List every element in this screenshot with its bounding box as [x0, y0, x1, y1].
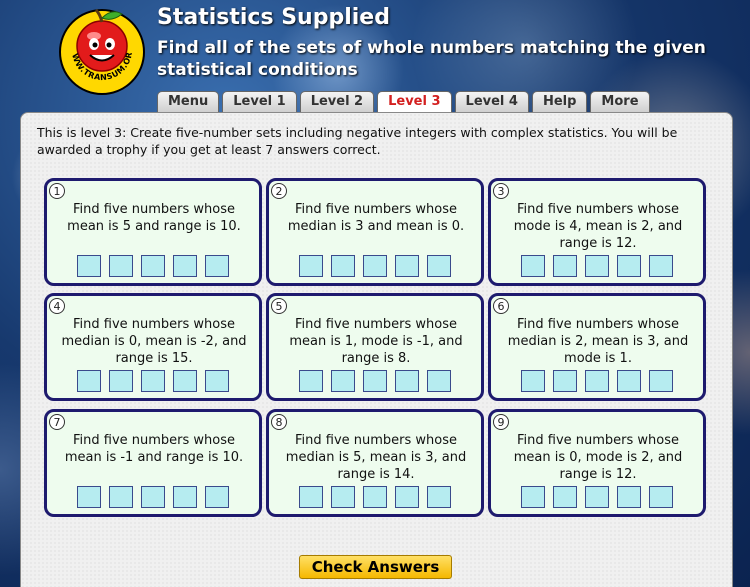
answer-input[interactable]: [109, 486, 133, 508]
answer-input[interactable]: [173, 370, 197, 392]
answer-input[interactable]: [617, 486, 641, 508]
question-number: 6: [493, 298, 509, 314]
answer-input[interactable]: [141, 255, 165, 277]
answer-input[interactable]: [363, 370, 387, 392]
answer-input[interactable]: [521, 486, 545, 508]
answer-input[interactable]: [77, 370, 101, 392]
answer-input[interactable]: [331, 370, 355, 392]
question-card-5: 5 Find five numbers whose mean is 1, mod…: [266, 293, 484, 401]
answer-input[interactable]: [109, 255, 133, 277]
answer-input[interactable]: [331, 486, 355, 508]
question-text: Find five numbers whose mean is 0, mode …: [513, 433, 683, 482]
answer-input[interactable]: [77, 255, 101, 277]
answer-boxes: [521, 486, 673, 508]
answer-input[interactable]: [173, 486, 197, 508]
answer-input[interactable]: [553, 370, 577, 392]
answer-boxes: [299, 370, 451, 392]
tab-more[interactable]: More: [590, 91, 650, 112]
answer-input[interactable]: [109, 370, 133, 392]
tab-level-2[interactable]: Level 2: [299, 91, 375, 112]
tab-menu[interactable]: Menu: [157, 91, 220, 112]
question-card-6: 6 Find five numbers whose median is 2, m…: [488, 293, 706, 401]
answer-input[interactable]: [617, 370, 641, 392]
question-number: 5: [271, 298, 287, 314]
answer-input[interactable]: [395, 370, 419, 392]
page-title: Statistics Supplied: [157, 5, 390, 30]
main-panel: This is level 3: Create five-number sets…: [20, 112, 733, 587]
question-text: Find five numbers whose mean is 5 and ra…: [67, 202, 241, 234]
question-card-7: 7 Find five numbers whose mean is -1 and…: [44, 409, 262, 517]
answer-boxes: [299, 255, 451, 277]
answer-input[interactable]: [553, 255, 577, 277]
question-number: 7: [49, 414, 65, 430]
answer-input[interactable]: [427, 486, 451, 508]
check-answers-button[interactable]: Check Answers: [299, 555, 452, 579]
question-number: 4: [49, 298, 65, 314]
answer-input[interactable]: [363, 255, 387, 277]
answer-boxes: [299, 486, 451, 508]
question-text: Find five numbers whose median is 5, mea…: [285, 433, 467, 482]
answer-input[interactable]: [331, 255, 355, 277]
answer-input[interactable]: [77, 486, 101, 508]
answer-input[interactable]: [649, 486, 673, 508]
answer-input[interactable]: [553, 486, 577, 508]
question-card-3: 3 Find five numbers whose mode is 4, mea…: [488, 178, 706, 286]
page-subtitle: Find all of the sets of whole numbers ma…: [157, 38, 706, 80]
question-number: 3: [493, 183, 509, 199]
question-text: Find five numbers whose median is 3 and …: [287, 202, 465, 234]
answer-input[interactable]: [141, 486, 165, 508]
answer-input[interactable]: [585, 255, 609, 277]
question-text: Find five numbers whose median is 2, mea…: [507, 317, 689, 366]
answer-input[interactable]: [205, 486, 229, 508]
answer-input[interactable]: [205, 370, 229, 392]
question-text: Find five numbers whose median is 0, mea…: [61, 317, 247, 366]
answer-boxes: [77, 370, 229, 392]
answer-input[interactable]: [173, 255, 197, 277]
answer-boxes: [521, 255, 673, 277]
answer-input[interactable]: [141, 370, 165, 392]
question-card-9: 9 Find five numbers whose mean is 0, mod…: [488, 409, 706, 517]
tab-level-4[interactable]: Level 4: [454, 91, 529, 112]
level-tabs: Menu Level 1 Level 2 Level 3 Level 4 Hel…: [157, 91, 650, 112]
answer-input[interactable]: [395, 255, 419, 277]
answer-input[interactable]: [427, 255, 451, 277]
answer-input[interactable]: [363, 486, 387, 508]
answer-input[interactable]: [617, 255, 641, 277]
tab-level-1[interactable]: Level 1: [222, 91, 297, 112]
apple-logo-icon[interactable]: WWW.TRANSUM.ORG: [56, 4, 148, 96]
question-number: 9: [493, 414, 509, 430]
question-card-8: 8 Find five numbers whose median is 5, m…: [266, 409, 484, 517]
question-text: Find five numbers whose mean is 1, mode …: [289, 317, 463, 366]
answer-input[interactable]: [649, 370, 673, 392]
answer-input[interactable]: [521, 255, 545, 277]
answer-input[interactable]: [395, 486, 419, 508]
question-card-2: 2 Find five numbers whose median is 3 an…: [266, 178, 484, 286]
answer-boxes: [77, 255, 229, 277]
answer-input[interactable]: [299, 255, 323, 277]
question-number: 1: [49, 183, 65, 199]
question-text: Find five numbers whose mean is -1 and r…: [64, 433, 244, 465]
tab-help[interactable]: Help: [531, 91, 588, 112]
answer-input[interactable]: [649, 255, 673, 277]
question-card-1: 1 Find five numbers whose mean is 5 and …: [44, 178, 262, 286]
answer-input[interactable]: [205, 255, 229, 277]
tab-level-3[interactable]: Level 3: [377, 91, 452, 112]
answer-input[interactable]: [299, 486, 323, 508]
level-instructions: This is level 3: Create five-number sets…: [37, 125, 678, 157]
question-number: 2: [271, 183, 287, 199]
question-number: 8: [271, 414, 287, 430]
answer-input[interactable]: [585, 370, 609, 392]
answer-input[interactable]: [585, 486, 609, 508]
answer-input[interactable]: [427, 370, 451, 392]
answer-boxes: [521, 370, 673, 392]
answer-input[interactable]: [299, 370, 323, 392]
answer-boxes: [77, 486, 229, 508]
question-text: Find five numbers whose mode is 4, mean …: [513, 202, 683, 251]
answer-input[interactable]: [521, 370, 545, 392]
question-card-4: 4 Find five numbers whose median is 0, m…: [44, 293, 262, 401]
